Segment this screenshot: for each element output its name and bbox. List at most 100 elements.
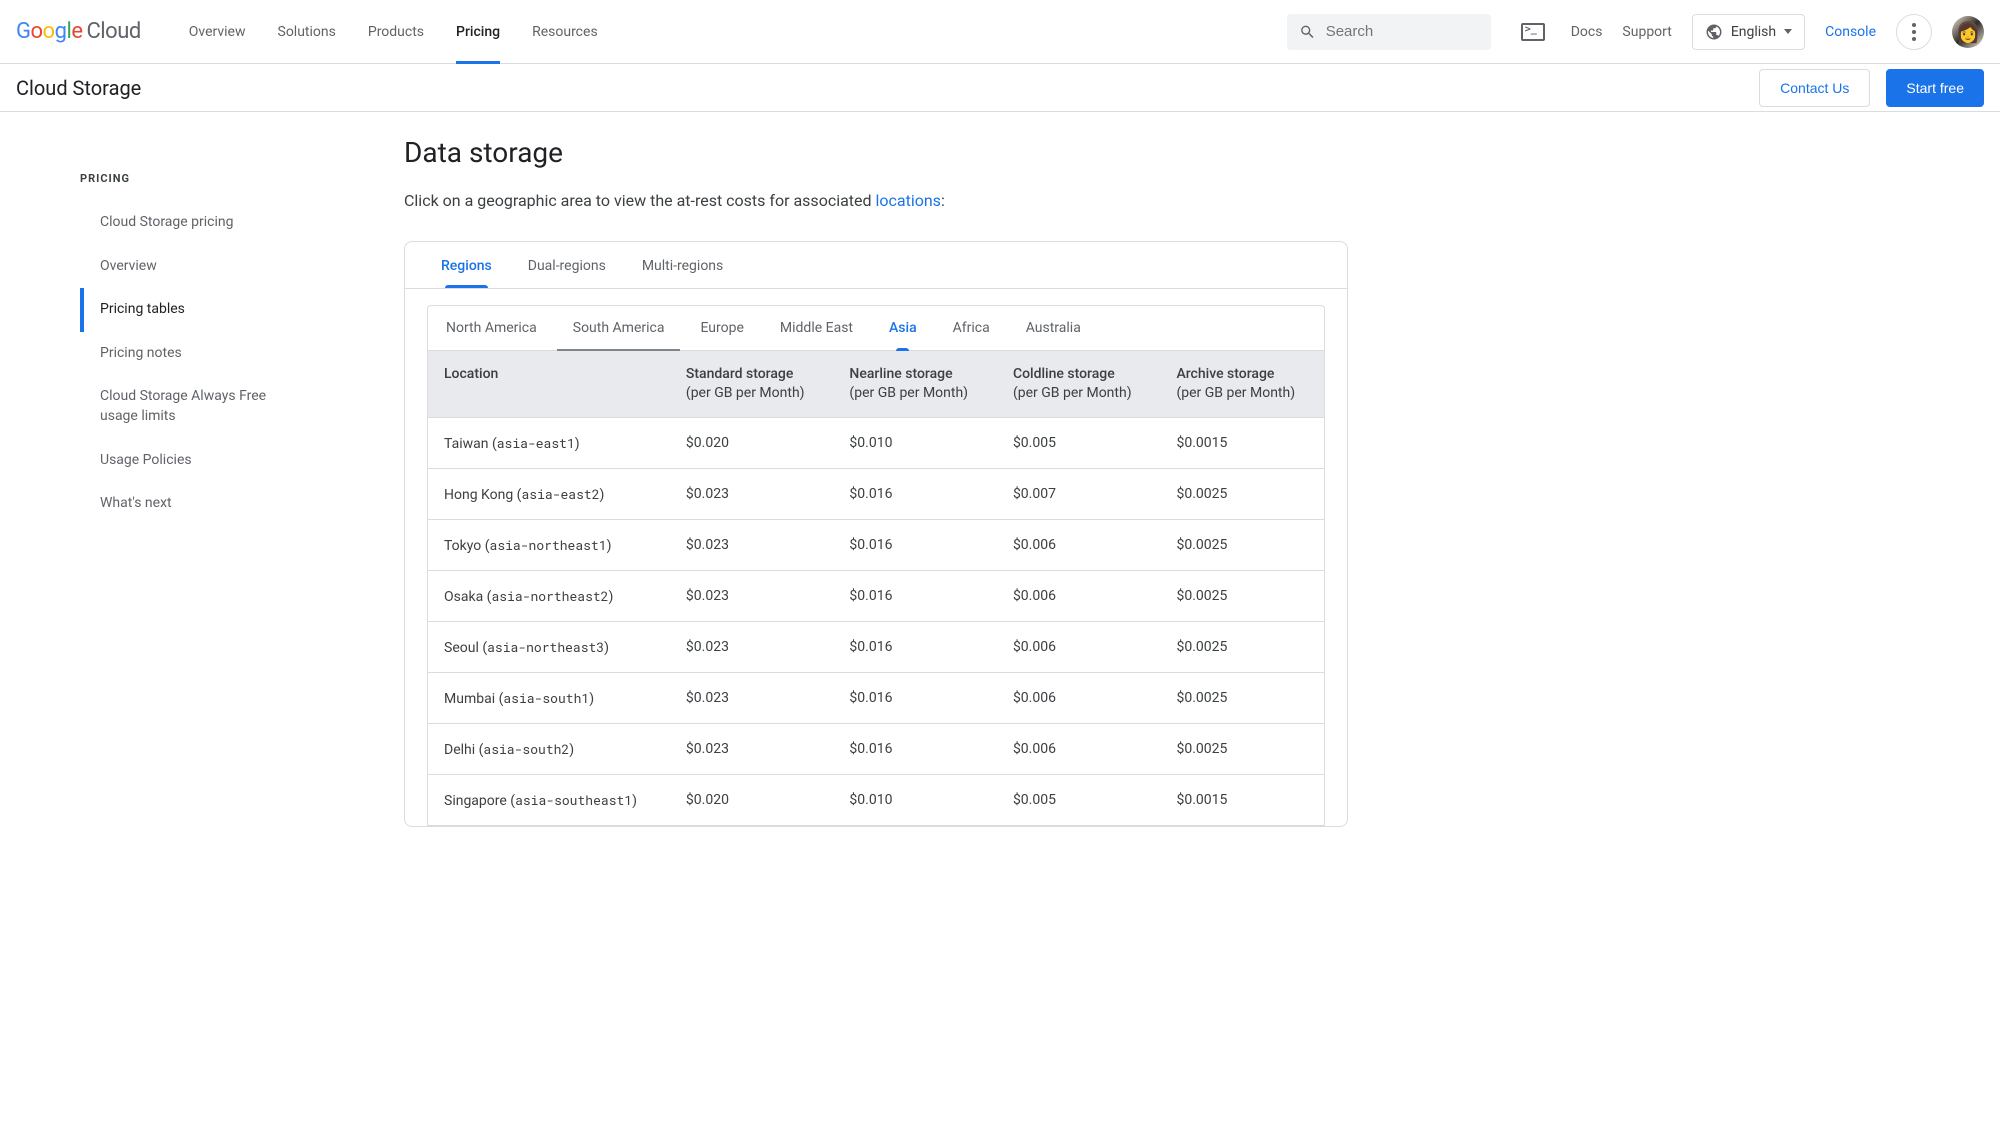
nav-item-pricing[interactable]: Pricing xyxy=(440,0,516,63)
section-intro: Click on a geographic area to view the a… xyxy=(404,189,1348,213)
price-cell: $0.0025 xyxy=(1160,468,1324,519)
price-cell: $0.0025 xyxy=(1160,519,1324,570)
price-cell: $0.023 xyxy=(670,468,834,519)
region-table-card: North AmericaSouth AmericaEuropeMiddle E… xyxy=(427,305,1325,826)
price-cell: $0.016 xyxy=(833,621,997,672)
intro-text-prefix: Click on a geographic area to view the a… xyxy=(404,191,876,210)
geography-tab[interactable]: Europe xyxy=(682,306,761,350)
price-cell: $0.0025 xyxy=(1160,570,1324,621)
console-link[interactable]: Console xyxy=(1825,24,1876,40)
location-cell: Osaka (asia-northeast2) xyxy=(428,570,670,621)
table-row: Hong Kong (asia-east2)$0.023$0.016$0.007… xyxy=(428,468,1324,519)
price-cell: $0.0025 xyxy=(1160,672,1324,723)
price-cell: $0.007 xyxy=(997,468,1161,519)
region-type-tab[interactable]: Regions xyxy=(423,242,510,288)
location-cell: Delhi (asia-south2) xyxy=(428,723,670,774)
price-cell: $0.0015 xyxy=(1160,774,1324,825)
logo-google-text: Google xyxy=(16,19,82,44)
geography-tab[interactable]: Africa xyxy=(935,306,1008,350)
docs-link[interactable]: Docs xyxy=(1571,24,1603,40)
table-row: Singapore (asia-southeast1)$0.020$0.010$… xyxy=(428,774,1324,825)
google-cloud-logo[interactable]: Google Cloud xyxy=(16,19,141,44)
price-cell: $0.023 xyxy=(670,570,834,621)
locations-link[interactable]: locations xyxy=(876,191,941,210)
search-container[interactable] xyxy=(1287,14,1491,50)
intro-text-suffix: : xyxy=(941,191,945,210)
content-area: Data storage Click on a geographic area … xyxy=(296,112,1396,827)
sidebar-item[interactable]: Pricing tables xyxy=(80,288,296,332)
price-cell: $0.006 xyxy=(997,621,1161,672)
sidebar-item[interactable]: Overview xyxy=(80,245,296,289)
table-row: Seoul (asia-northeast3)$0.023$0.016$0.00… xyxy=(428,621,1324,672)
price-cell: $0.006 xyxy=(997,570,1161,621)
sidebar-item[interactable]: What's next xyxy=(80,482,296,526)
nav-item-products[interactable]: Products xyxy=(352,0,440,63)
sidebar-item[interactable]: Usage Policies xyxy=(80,439,296,483)
nav-item-overview[interactable]: Overview xyxy=(173,0,262,63)
table-header-row: LocationStandard storage(per GB per Mont… xyxy=(428,351,1324,417)
geography-tab[interactable]: North America xyxy=(428,306,555,350)
table-row: Delhi (asia-south2)$0.023$0.016$0.006$0.… xyxy=(428,723,1324,774)
price-cell: $0.016 xyxy=(833,723,997,774)
price-cell: $0.010 xyxy=(833,417,997,468)
start-free-button[interactable]: Start free xyxy=(1886,69,1984,107)
price-cell: $0.006 xyxy=(997,723,1161,774)
logo-cloud-text: Cloud xyxy=(86,19,140,44)
global-header: Google Cloud OverviewSolutionsProductsPr… xyxy=(0,0,2000,64)
geography-tab[interactable]: South America xyxy=(555,306,683,350)
pricing-card: RegionsDual-regionsMulti-regions North A… xyxy=(404,241,1348,827)
more-vert-icon xyxy=(1912,23,1916,41)
support-link[interactable]: Support xyxy=(1622,24,1671,40)
price-cell: $0.023 xyxy=(670,621,834,672)
language-selector[interactable]: English xyxy=(1692,14,1805,50)
cloud-shell-button[interactable] xyxy=(1515,14,1551,50)
table-row: Taiwan (asia-east1)$0.020$0.010$0.005$0.… xyxy=(428,417,1324,468)
price-cell: $0.005 xyxy=(997,417,1161,468)
nav-item-solutions[interactable]: Solutions xyxy=(262,0,352,63)
main-layout: Pricing Cloud Storage pricingOverviewPri… xyxy=(0,112,2000,827)
geography-tab[interactable]: Australia xyxy=(1008,306,1099,350)
sidebar-item[interactable]: Pricing notes xyxy=(80,332,296,376)
region-type-tab[interactable]: Multi-regions xyxy=(624,242,741,288)
sidebar-item[interactable]: Cloud Storage pricing xyxy=(80,201,296,245)
location-cell: Tokyo (asia-northeast1) xyxy=(428,519,670,570)
more-options-button[interactable] xyxy=(1896,14,1932,50)
column-header: Nearline storage(per GB per Month) xyxy=(833,351,997,417)
geography-tab[interactable]: Asia xyxy=(871,306,935,350)
region-type-tab[interactable]: Dual-regions xyxy=(510,242,624,288)
price-cell: $0.016 xyxy=(833,519,997,570)
price-cell: $0.020 xyxy=(670,774,834,825)
search-input[interactable] xyxy=(1326,23,1479,40)
price-cell: $0.023 xyxy=(670,519,834,570)
sidebar: Pricing Cloud Storage pricingOverviewPri… xyxy=(0,112,296,827)
language-label: English xyxy=(1731,24,1776,40)
price-cell: $0.005 xyxy=(997,774,1161,825)
location-cell: Mumbai (asia-south1) xyxy=(428,672,670,723)
table-row: Osaka (asia-northeast2)$0.023$0.016$0.00… xyxy=(428,570,1324,621)
contact-us-button[interactable]: Contact Us xyxy=(1759,69,1870,107)
price-cell: $0.0025 xyxy=(1160,723,1324,774)
table-row: Mumbai (asia-south1)$0.023$0.016$0.006$0… xyxy=(428,672,1324,723)
column-header: Archive storage(per GB per Month) xyxy=(1160,351,1324,417)
price-cell: $0.006 xyxy=(997,672,1161,723)
nav-item-resources[interactable]: Resources xyxy=(516,0,614,63)
user-avatar[interactable]: 👩 xyxy=(1952,16,1984,48)
product-subheader: Cloud Storage Contact Us Start free xyxy=(0,64,2000,112)
region-type-tabs: RegionsDual-regionsMulti-regions xyxy=(405,242,1347,289)
sidebar-nav: Cloud Storage pricingOverviewPricing tab… xyxy=(80,201,296,526)
sidebar-title: Pricing xyxy=(80,172,296,185)
search-icon xyxy=(1299,22,1316,42)
subheader-actions: Contact Us Start free xyxy=(1759,69,1984,107)
price-cell: $0.020 xyxy=(670,417,834,468)
price-cell: $0.006 xyxy=(997,519,1161,570)
header-right: Docs Support English Console 👩 xyxy=(1515,14,1984,50)
column-header: Location xyxy=(428,351,670,417)
geography-tabs: North AmericaSouth AmericaEuropeMiddle E… xyxy=(428,306,1324,351)
chevron-down-icon xyxy=(1784,29,1792,34)
location-cell: Singapore (asia-southeast1) xyxy=(428,774,670,825)
sidebar-item[interactable]: Cloud Storage Always Free usage limits xyxy=(80,375,296,438)
geography-tab[interactable]: Middle East xyxy=(762,306,871,350)
location-cell: Taiwan (asia-east1) xyxy=(428,417,670,468)
table-body: Taiwan (asia-east1)$0.020$0.010$0.005$0.… xyxy=(428,417,1324,825)
primary-nav: OverviewSolutionsProductsPricingResource… xyxy=(173,0,614,63)
